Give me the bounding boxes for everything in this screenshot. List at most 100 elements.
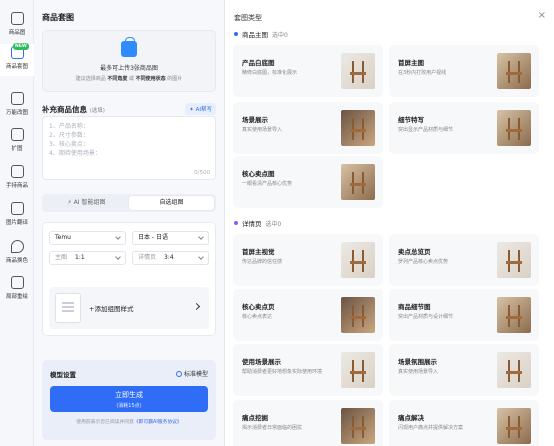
upload-area[interactable]: 最多可上传3张商品图 建议选择商品 不同角度 或 不同使用状态 的图片 [42,30,216,92]
gear-icon [175,371,182,377]
shopping-bag-icon [121,37,137,57]
new-badge: NEW [13,43,29,50]
close-icon[interactable]: × [538,11,546,21]
document-icon [55,293,81,323]
card-title: 痛点解决 [398,414,424,422]
rail-item-translate[interactable]: 图片翻译 [0,200,34,232]
rail-item-product-image[interactable]: 商品图 [0,10,34,42]
terms-link[interactable]: 《即可霸AI服务协议》 [134,420,182,425]
card-title: 首屏主图 [398,59,424,67]
card-core-selling[interactable]: 核心卖点图 一眼看清产品核心优势 [233,156,383,208]
placeholder-line: 4、期待使用场景： [49,150,101,157]
rail-item-product-set[interactable]: NEW 商品套图 [0,43,34,76]
chevron-down-icon [115,234,121,240]
card-usage-scene[interactable]: 使用场景展示 帮助消费者更好地想象实际使用环境 [233,344,383,396]
chair-thumbnail [497,297,531,333]
detail-ratio-select[interactable]: 详情页 3:4 [132,251,209,265]
chair-thumbnail [497,408,531,444]
card-desc: 揭示消费者日常面临的困扰 [242,425,303,431]
rail-label: 万能改图 [5,110,28,116]
chair-thumbnail [497,352,531,388]
chevron-down-icon [198,254,204,260]
card-pain-solution[interactable]: 痛点解决 闪现用户痛点并提供解决方案 [389,400,539,446]
card-selling-overview[interactable]: 卖点总览页 罗列产品核心卖点优势 [389,234,539,286]
language-select[interactable]: 日本 - 日语 [132,231,209,245]
card-hero-visual[interactable]: 首屏主视觉 传达品牌的信任感 [233,234,383,286]
main-ratio-select[interactable]: 主图 1:1 [49,251,126,265]
rail-label: 局部重绘 [5,294,28,300]
card-desc: 突出显示产品材质与细节 [398,127,454,133]
mode-ai-tab[interactable]: ⚡ AI 智能组图 [44,196,129,210]
recolor-icon [10,240,24,253]
section-dot [234,221,238,225]
chair-thumbnail [341,408,375,444]
mode-custom-tab[interactable]: 自选组图 [129,196,214,210]
generate-cost: (消耗15点) [116,403,142,409]
card-title: 场景展示 [242,116,268,124]
chair-thumbnail [341,53,375,89]
model-section: 模型设置 标准模型 立即生成 (消耗15点) 使用前表示您已阅读并同意《即可霸A… [42,360,216,440]
info-title: 补充商品信息 (选填) [42,105,105,114]
platform-select[interactable]: Temu [49,231,126,245]
card-desc: 闪现用户痛点并提供解决方案 [398,425,464,431]
chevron-down-icon [115,254,121,260]
chair-thumbnail [341,352,375,388]
product-info-textarea[interactable]: 1、产品名称： 2、尺寸参数： 3、核心卖点： 4、期待使用场景： 0/500 [42,116,216,180]
chair-thumbnail [341,242,375,278]
panel-title: 套图类型 [234,14,262,22]
main-image-section-header: 商品主图 选中0 [234,29,288,39]
left-rail: 商品图 NEW 商品套图 万能改图 扩图 手持商品 图片翻译 商品换色 局部重绘 [0,0,34,446]
add-style-label: +添加组图样式 [89,305,134,313]
rail-label: 图片翻译 [5,220,28,226]
card-title: 卖点总览页 [398,248,431,256]
expand-icon [10,128,24,141]
settings-panel: 商品套图 最多可上传3张商品图 建议选择商品 不同角度 或 不同使用状态 的图片… [34,0,224,446]
rail-label: 商品套图 [5,64,28,70]
inpaint-icon [10,276,24,289]
card-hero-main[interactable]: 首屏主图 在3秒内打败用户视线 [389,45,539,97]
card-desc: 真实使用场景导入 [242,127,283,133]
card-scene-atmosphere[interactable]: 场景氛围展示 真实使用场景导入 [389,344,539,396]
card-white-bg[interactable]: 产品白底图 精修白底图，标准化展示 [233,45,383,97]
detail-page-section-header: 详情页 选中0 [234,218,281,228]
card-scene[interactable]: 场景展示 真实使用场景导入 [233,102,383,154]
card-pain-point[interactable]: 痛点挖掘 揭示消费者日常面临的困扰 [233,400,383,446]
section-dot [234,32,238,36]
model-select[interactable]: 标准模型 [175,369,208,378]
chair-thumbnail [341,164,375,200]
config-card: Temu 日本 - 日语 主图 1:1 详情页 3:4 +添加组图样式 [42,222,216,336]
rail-label: 扩图 [11,146,23,152]
rail-label: 手持商品 [5,183,28,189]
card-core-selling-page[interactable]: 核心卖点页 核心卖点表达 [233,289,383,341]
ai-write-button[interactable]: ✦ AI帮写 [185,103,216,115]
chair-thumbnail [341,110,375,146]
rail-item-recolor[interactable]: 商品换色 [0,238,34,270]
card-desc: 罗列产品核心卖点优势 [398,259,449,265]
card-title: 痛点挖掘 [242,414,268,422]
chevron-right-icon [192,302,201,311]
set-type-panel: 套图类型 × 商品主图 选中0 产品白底图 精修白底图，标准化展示 首屏主图 在3… [224,0,554,446]
upload-hint: 建议选择商品 不同角度 或 不同使用状态 的图片 [75,76,183,82]
chevron-down-icon [198,234,204,240]
add-style-button[interactable]: +添加组图样式 [49,287,209,329]
chair-thumbnail [497,242,531,278]
card-title: 产品白底图 [242,59,275,67]
mode-toggle: ⚡ AI 智能组图 自选组图 [42,194,216,212]
rail-item-hand-hold[interactable]: 手持商品 [0,163,34,195]
card-desc: 核心卖点表达 [242,314,273,320]
generate-button[interactable]: 立即生成 (消耗15点) [50,386,208,412]
card-detail-closeup[interactable]: 细节特写 突出显示产品材质与细节 [389,102,539,154]
placeholder-line: 2、尺寸参数： [49,132,89,139]
generate-label: 立即生成 [115,391,143,399]
card-desc: 在3秒内打败用户视线 [398,70,447,76]
card-title: 核心卖点图 [242,170,275,178]
card-desc: 传达品牌的信任感 [242,259,283,265]
upload-title: 最多可上传3张商品图 [100,65,158,72]
chair-thumbnail [341,297,375,333]
rail-item-magic-edit[interactable]: 万能改图 [0,90,34,122]
placeholder-line: 1、产品名称： [49,123,89,130]
rail-item-expand[interactable]: 扩图 [0,126,34,158]
card-product-detail[interactable]: 商品细节图 突出产品材质与设计细节 [389,289,539,341]
card-title: 细节特写 [398,116,424,124]
rail-item-inpaint[interactable]: 局部重绘 [0,274,34,306]
